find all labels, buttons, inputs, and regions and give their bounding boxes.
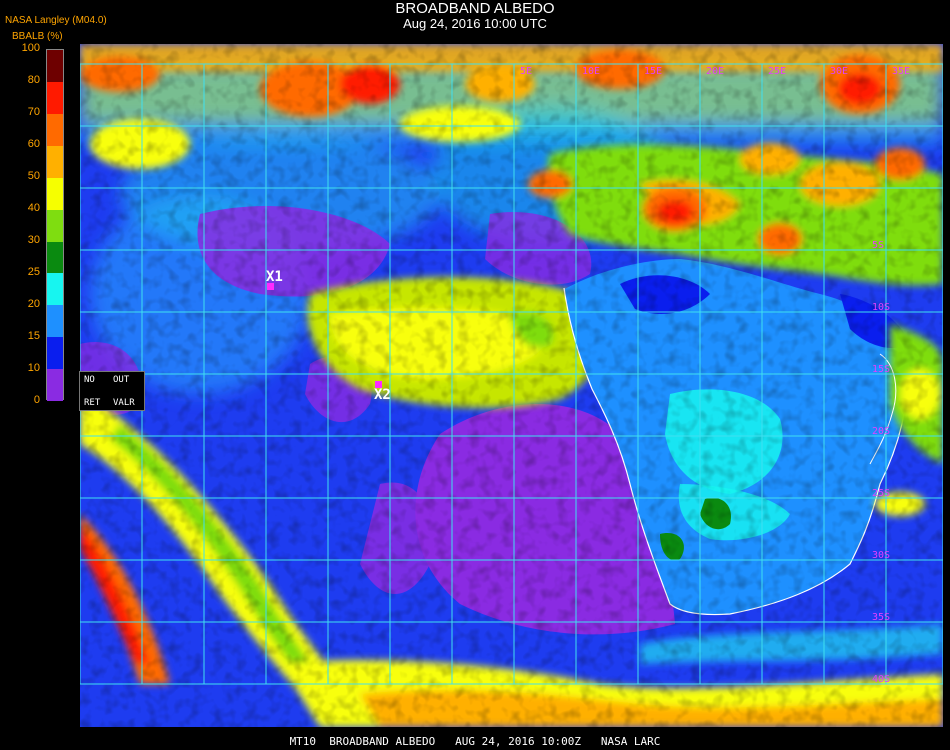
- no-button[interactable]: NO: [84, 375, 95, 385]
- lat-label: 35S: [872, 612, 890, 623]
- lon-label: 10E: [582, 66, 600, 77]
- lon-label: 25E: [768, 66, 786, 77]
- colorbar-segment: [47, 305, 63, 337]
- lon-label: 30E: [830, 66, 848, 77]
- lon-label: 15E: [644, 66, 662, 77]
- colorbar-tick: 0: [33, 394, 40, 406]
- lat-label: 40S: [872, 674, 890, 685]
- ret-button[interactable]: RET: [84, 398, 100, 408]
- colorbar-segment: [47, 337, 63, 369]
- site-label-x1: X1: [266, 269, 283, 285]
- lon-label: 5E: [520, 66, 532, 77]
- lat-label: 30S: [872, 550, 890, 561]
- map-canvas: 5S 10S 15S 20S 25S 30S 35S 40S 5E 10E 15…: [80, 44, 943, 727]
- colorbar-tick: 100: [21, 42, 40, 54]
- footer-caption: MT10 BROADBAND ALBEDO AUG 24, 2016 10:00…: [289, 735, 661, 748]
- colorbar-tick: 30: [27, 234, 40, 246]
- colorbar-tick: 60: [27, 138, 40, 150]
- site-label-x2: X2: [374, 387, 391, 403]
- lat-label: 15S: [872, 364, 890, 375]
- colorbar-segment: [47, 50, 63, 82]
- image-timestamp: Aug 24, 2016 10:00 UTC: [403, 16, 547, 31]
- speckle-texture: [80, 44, 943, 727]
- valr-button[interactable]: VALR: [113, 398, 135, 408]
- colorbar-tick: 15: [27, 330, 40, 342]
- out-button[interactable]: OUT: [113, 375, 129, 385]
- legend-title: BBALB (%): [12, 31, 63, 42]
- colorbar-segment: [47, 114, 63, 146]
- image-title: BROADBAND ALBEDO: [395, 0, 555, 17]
- colorbar-segment: [47, 369, 63, 401]
- satellite-albedo-map[interactable]: 5S 10S 15S 20S 25S 30S 35S 40S 5E 10E 15…: [80, 44, 943, 727]
- lat-label: 10S: [872, 302, 890, 313]
- colorbar-tick: 20: [27, 298, 40, 310]
- colorbar-tick: 70: [27, 106, 40, 118]
- lat-label: 25S: [872, 488, 890, 499]
- colorbar-segment: [47, 178, 63, 210]
- lon-label: 35E: [892, 66, 910, 77]
- lat-label: 5S: [872, 240, 884, 251]
- colorbar-segment: [47, 146, 63, 178]
- colorbar-tick: 80: [27, 74, 40, 86]
- lon-label: 20E: [706, 66, 724, 77]
- colorbar-tick: 40: [27, 202, 40, 214]
- colorbar: [46, 49, 64, 401]
- source-label: NASA Langley (M04.0): [5, 15, 107, 26]
- colorbar-tick: 10: [27, 362, 40, 374]
- colorbar-segment: [47, 273, 63, 305]
- colorbar-segment: [47, 82, 63, 114]
- colorbar-segment: [47, 242, 63, 273]
- colorbar-tick: 50: [27, 170, 40, 182]
- colorbar-tick: 25: [27, 266, 40, 278]
- lat-label: 20S: [872, 426, 890, 437]
- colorbar-segment: [47, 210, 63, 242]
- mode-panel: NO OUT RET VALR: [79, 371, 145, 411]
